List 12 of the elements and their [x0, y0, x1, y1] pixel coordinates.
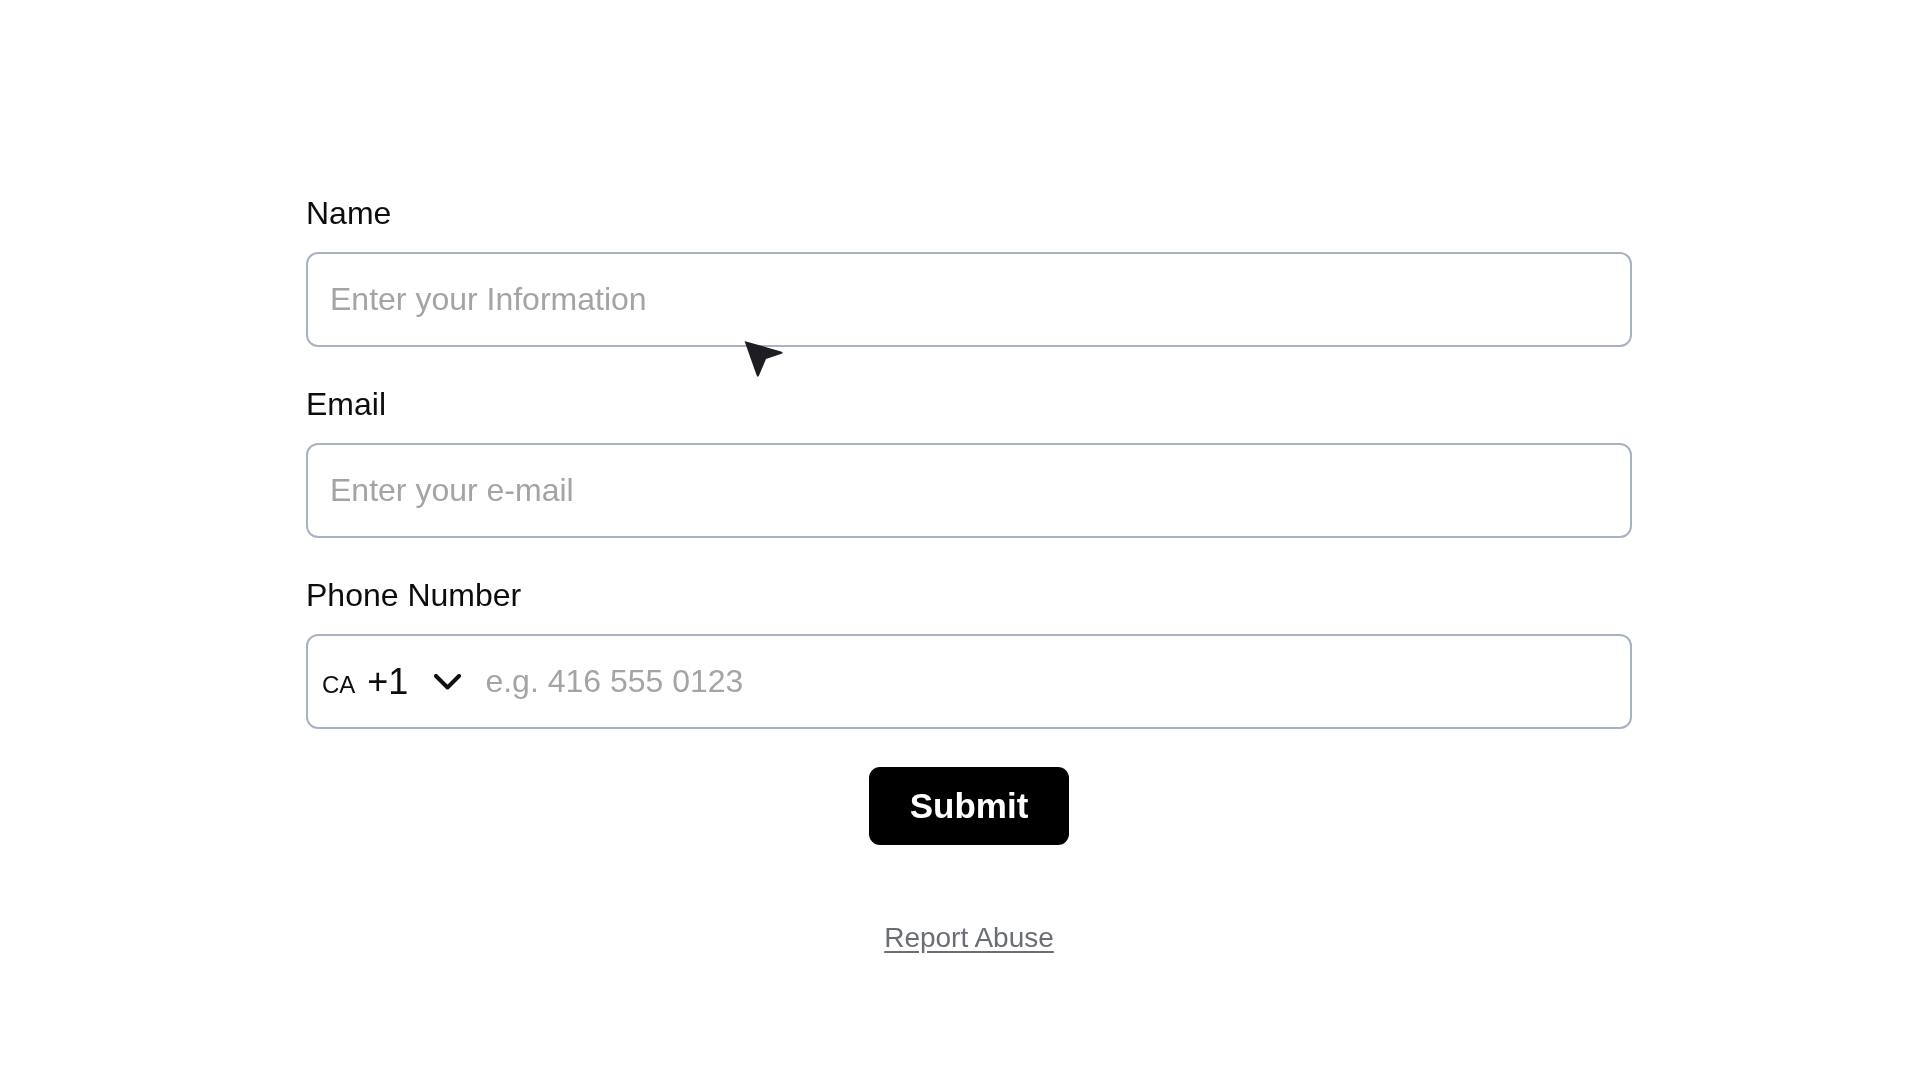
- field-label: Phone Number: [306, 576, 522, 614]
- phone-number-input[interactable]: e.g. 416 555 0123: [485, 651, 1616, 712]
- mouse-pointer-icon: [744, 341, 784, 378]
- field-label: Email: [306, 385, 386, 423]
- country-code-select[interactable]: CA +1: [322, 660, 462, 703]
- text-input[interactable]: Enter your Information: [306, 252, 1632, 347]
- chevron-down-icon: [434, 673, 462, 690]
- phone-field[interactable]: CA +1 e.g. 416 555 0123: [306, 634, 1632, 729]
- submit-button[interactable]: Submit: [869, 767, 1069, 845]
- report-abuse-link[interactable]: Report Abuse: [884, 921, 1054, 955]
- field-label: Name: [306, 194, 392, 232]
- text-input[interactable]: Enter your e-mail: [306, 443, 1632, 538]
